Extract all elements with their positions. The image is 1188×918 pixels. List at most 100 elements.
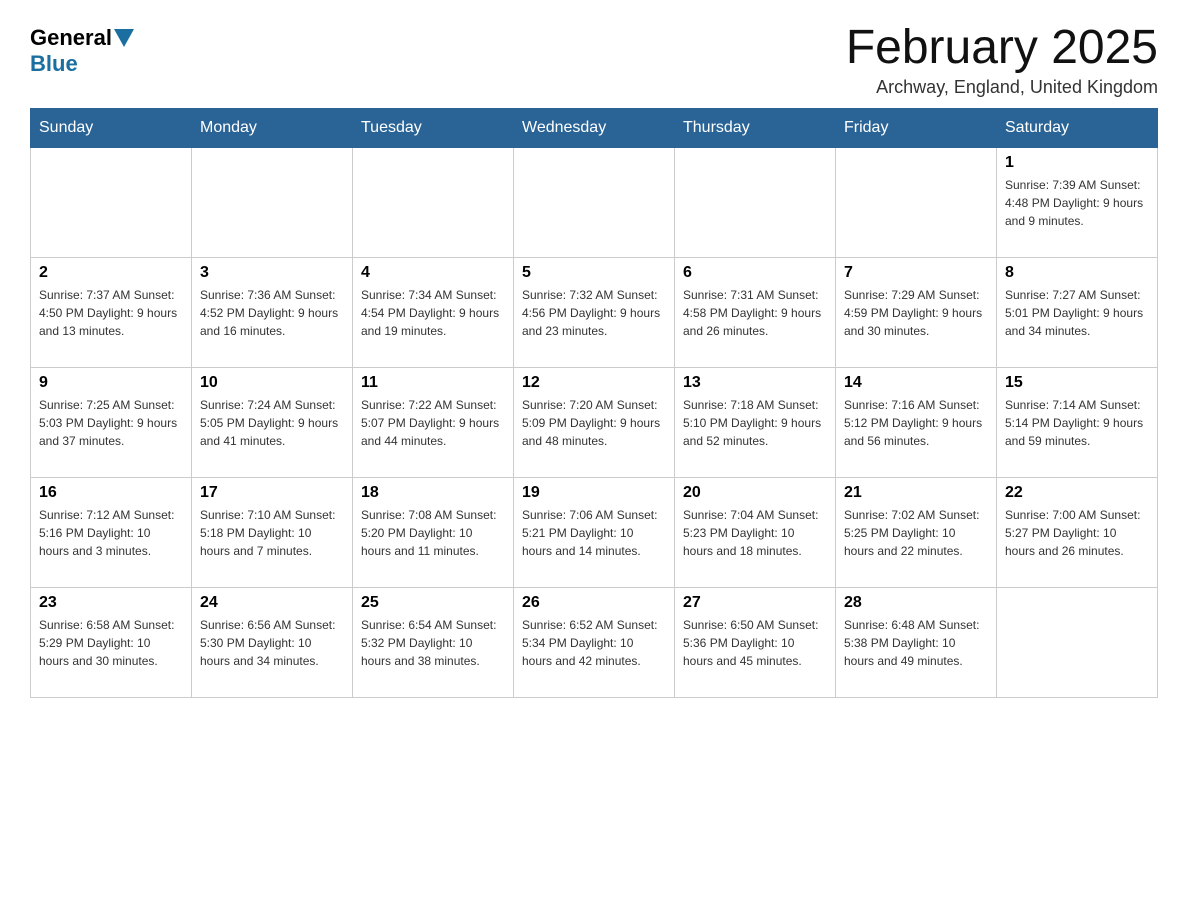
day-number: 19	[522, 484, 666, 502]
day-info: Sunrise: 7:37 AM Sunset: 4:50 PM Dayligh…	[39, 286, 183, 340]
day-number: 8	[1005, 264, 1149, 282]
calendar-cell: 14Sunrise: 7:16 AM Sunset: 5:12 PM Dayli…	[836, 368, 997, 478]
day-info: Sunrise: 6:54 AM Sunset: 5:32 PM Dayligh…	[361, 616, 505, 670]
day-info: Sunrise: 7:27 AM Sunset: 5:01 PM Dayligh…	[1005, 286, 1149, 340]
calendar-cell: 12 Sunrise: 7:20 AM Sunset: 5:09 PM Dayli…	[514, 368, 675, 478]
day-info: Sunrise: 6:52 AM Sunset: 5:34 PM Dayligh…	[522, 616, 666, 670]
day-info: Sunrise: 7:04 AM Sunset: 5:23 PM Dayligh…	[683, 506, 827, 560]
weekday-header-wednesday: Wednesday	[514, 109, 675, 148]
calendar-cell	[353, 148, 514, 258]
day-number: 7	[844, 264, 988, 282]
day-info: Sunrise: 7:02 AM Sunset: 5:25 PM Dayligh…	[844, 506, 988, 560]
calendar-cell: 10Sunrise: 7:24 AM Sunset: 5:05 PM Dayli…	[192, 368, 353, 478]
calendar-cell: 15 Sunrise: 7:14 AM Sunset: 5:14 PM Dayli…	[997, 368, 1158, 478]
day-info: Sunrise: 7:20 AM Sunset: 5:09 PM Dayligh…	[522, 396, 666, 450]
calendar-cell: 11Sunrise: 7:22 AM Sunset: 5:07 PM Dayli…	[353, 368, 514, 478]
day-number: 4	[361, 264, 505, 282]
calendar-cell: 24Sunrise: 6:56 AM Sunset: 5:30 PM Dayli…	[192, 588, 353, 698]
day-info: Sunrise: 6:48 AM Sunset: 5:38 PM Dayligh…	[844, 616, 988, 670]
calendar-cell: 25 Sunrise: 6:54 AM Sunset: 5:32 PM Dayli…	[353, 588, 514, 698]
day-number: 25	[361, 594, 505, 612]
day-info: Sunrise: 7:32 AM Sunset: 4:56 PM Dayligh…	[522, 286, 666, 340]
calendar-week-row: 23 Sunrise: 6:58 AM Sunset: 5:29 PM Dayli…	[31, 588, 1158, 698]
day-number: 21	[844, 484, 988, 502]
title-block: February 2025 Archway, England, United K…	[846, 20, 1158, 98]
weekday-header-monday: Monday	[192, 109, 353, 148]
day-info: Sunrise: 7:10 AM Sunset: 5:18 PM Dayligh…	[200, 506, 344, 560]
calendar-cell: 22 Sunrise: 7:00 AM Sunset: 5:27 PM Dayli…	[997, 478, 1158, 588]
day-number: 1	[1005, 154, 1149, 172]
day-info: Sunrise: 6:50 AM Sunset: 5:36 PM Dayligh…	[683, 616, 827, 670]
logo-arrow-icon	[114, 29, 134, 47]
weekday-header-saturday: Saturday	[997, 109, 1158, 148]
calendar-cell: 3 Sunrise: 7:36 AM Sunset: 4:52 PM Daylig…	[192, 258, 353, 368]
calendar-cell	[836, 148, 997, 258]
day-info: Sunrise: 6:58 AM Sunset: 5:29 PM Dayligh…	[39, 616, 183, 670]
day-number: 26	[522, 594, 666, 612]
day-info: Sunrise: 7:14 AM Sunset: 5:14 PM Dayligh…	[1005, 396, 1149, 450]
calendar-week-row: 9 Sunrise: 7:25 AM Sunset: 5:03 PM Daylig…	[31, 368, 1158, 478]
day-info: Sunrise: 7:36 AM Sunset: 4:52 PM Dayligh…	[200, 286, 344, 340]
day-info: Sunrise: 7:18 AM Sunset: 5:10 PM Dayligh…	[683, 396, 827, 450]
weekday-header-tuesday: Tuesday	[353, 109, 514, 148]
day-number: 3	[200, 264, 344, 282]
day-number: 9	[39, 374, 183, 392]
calendar-table: SundayMondayTuesdayWednesdayThursdayFrid…	[30, 108, 1158, 698]
day-number: 10	[200, 374, 344, 392]
calendar-cell: 17Sunrise: 7:10 AM Sunset: 5:18 PM Dayli…	[192, 478, 353, 588]
calendar-cell: 19 Sunrise: 7:06 AM Sunset: 5:21 PM Dayli…	[514, 478, 675, 588]
calendar-cell: 7Sunrise: 7:29 AM Sunset: 4:59 PM Daylig…	[836, 258, 997, 368]
day-info: Sunrise: 7:25 AM Sunset: 5:03 PM Dayligh…	[39, 396, 183, 450]
calendar-cell: 16 Sunrise: 7:12 AM Sunset: 5:16 PM Dayli…	[31, 478, 192, 588]
calendar-cell: 23 Sunrise: 6:58 AM Sunset: 5:29 PM Dayli…	[31, 588, 192, 698]
calendar-week-row: 2 Sunrise: 7:37 AM Sunset: 4:50 PM Daylig…	[31, 258, 1158, 368]
day-number: 16	[39, 484, 183, 502]
day-info: Sunrise: 7:08 AM Sunset: 5:20 PM Dayligh…	[361, 506, 505, 560]
calendar-cell: 8 Sunrise: 7:27 AM Sunset: 5:01 PM Daylig…	[997, 258, 1158, 368]
logo-general-text: General	[30, 25, 112, 51]
day-info: Sunrise: 7:12 AM Sunset: 5:16 PM Dayligh…	[39, 506, 183, 560]
day-number: 5	[522, 264, 666, 282]
calendar-cell	[997, 588, 1158, 698]
day-number: 14	[844, 374, 988, 392]
day-info: Sunrise: 6:56 AM Sunset: 5:30 PM Dayligh…	[200, 616, 344, 670]
logo-blue-text: Blue	[30, 51, 78, 76]
weekday-header-row: SundayMondayTuesdayWednesdayThursdayFrid…	[31, 109, 1158, 148]
day-number: 23	[39, 594, 183, 612]
calendar-cell	[514, 148, 675, 258]
day-number: 12	[522, 374, 666, 392]
calendar-week-row: 1 Sunrise: 7:39 AM Sunset: 4:48 PM Daylig…	[31, 148, 1158, 258]
day-info: Sunrise: 7:00 AM Sunset: 5:27 PM Dayligh…	[1005, 506, 1149, 560]
day-number: 11	[361, 374, 505, 392]
calendar-cell	[192, 148, 353, 258]
calendar-cell: 9 Sunrise: 7:25 AM Sunset: 5:03 PM Daylig…	[31, 368, 192, 478]
day-number: 6	[683, 264, 827, 282]
calendar-cell: 21 Sunrise: 7:02 AM Sunset: 5:25 PM Dayli…	[836, 478, 997, 588]
month-title: February 2025	[846, 20, 1158, 75]
weekday-header-friday: Friday	[836, 109, 997, 148]
calendar-cell	[675, 148, 836, 258]
calendar-cell	[31, 148, 192, 258]
calendar-cell: 6 Sunrise: 7:31 AM Sunset: 4:58 PM Daylig…	[675, 258, 836, 368]
calendar-cell: 2 Sunrise: 7:37 AM Sunset: 4:50 PM Daylig…	[31, 258, 192, 368]
day-info: Sunrise: 7:39 AM Sunset: 4:48 PM Dayligh…	[1005, 176, 1149, 230]
calendar-cell: 5 Sunrise: 7:32 AM Sunset: 4:56 PM Daylig…	[514, 258, 675, 368]
calendar-cell: 13 Sunrise: 7:18 AM Sunset: 5:10 PM Dayli…	[675, 368, 836, 478]
day-info: Sunrise: 7:31 AM Sunset: 4:58 PM Dayligh…	[683, 286, 827, 340]
weekday-header-thursday: Thursday	[675, 109, 836, 148]
page-header: General Blue February 2025 Archway, Engl…	[30, 20, 1158, 98]
day-info: Sunrise: 7:34 AM Sunset: 4:54 PM Dayligh…	[361, 286, 505, 340]
day-number: 15	[1005, 374, 1149, 392]
day-number: 20	[683, 484, 827, 502]
calendar-cell: 20 Sunrise: 7:04 AM Sunset: 5:23 PM Dayli…	[675, 478, 836, 588]
day-number: 22	[1005, 484, 1149, 502]
calendar-cell: 18 Sunrise: 7:08 AM Sunset: 5:20 PM Dayli…	[353, 478, 514, 588]
calendar-week-row: 16 Sunrise: 7:12 AM Sunset: 5:16 PM Dayli…	[31, 478, 1158, 588]
location: Archway, England, United Kingdom	[846, 77, 1158, 98]
day-info: Sunrise: 7:06 AM Sunset: 5:21 PM Dayligh…	[522, 506, 666, 560]
day-number: 2	[39, 264, 183, 282]
calendar-cell: 1 Sunrise: 7:39 AM Sunset: 4:48 PM Daylig…	[997, 148, 1158, 258]
day-number: 13	[683, 374, 827, 392]
day-number: 28	[844, 594, 988, 612]
day-number: 18	[361, 484, 505, 502]
